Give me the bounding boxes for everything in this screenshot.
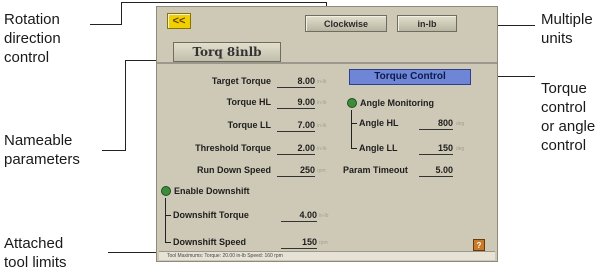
param-label-run-down-speed: Run Down Speed [197, 165, 271, 175]
tab-parameter-set[interactable]: Torq 8inlb [173, 42, 281, 62]
torque-control-button[interactable]: Torque Control [349, 69, 471, 85]
enable-downshift-toggle[interactable] [161, 186, 171, 196]
tool-limits-status-bar: Tool Maximums: Torque: 20.00 in-lb Speed… [159, 251, 495, 260]
leader-rotation-h2 [121, 2, 326, 3]
angle-hl-value[interactable]: 800 [419, 117, 453, 130]
downshift-speed-value[interactable]: 150 [281, 236, 317, 249]
param-label-target-torque: Target Torque [211, 76, 271, 86]
leader-limits-h [108, 252, 158, 253]
leader-rotation-h1 [90, 24, 121, 25]
param-label-torque-hl: Torque HL [226, 97, 271, 107]
callout-multiple-units: Multiple units [541, 11, 593, 47]
downshift-torque-unit: in-lb [319, 213, 329, 219]
param-value-run-down-speed[interactable]: 250 [277, 164, 315, 177]
angle-tree-branch-1 [351, 123, 357, 124]
param-value-threshold-torque[interactable]: 2.00 [277, 142, 315, 155]
angle-monitoring-toggle[interactable] [347, 98, 357, 108]
controller-screen: << Clockwise in-lb Torq 8inlb Target Tor… [156, 6, 498, 262]
help-button[interactable]: ? [473, 239, 485, 251]
angle-tree-line [351, 110, 352, 149]
direction-button[interactable]: Clockwise [305, 15, 387, 32]
angle-hl-unit: deg [456, 121, 465, 127]
param-label-threshold-torque: Threshold Torque [195, 143, 271, 153]
param-unit-torque-hl: in-lb [317, 100, 327, 106]
downshift-tree-line [165, 198, 166, 243]
back-button[interactable]: << [167, 13, 191, 29]
downshift-torque-value[interactable]: 4.00 [281, 209, 317, 222]
leader-rotation-v [121, 2, 122, 25]
callout-nameable-parameters: Nameable parameters [4, 132, 80, 168]
enable-downshift-label: Enable Downshift [174, 186, 250, 196]
angle-monitoring-label: Angle Monitoring [360, 98, 434, 108]
angle-hl-label: Angle HL [359, 118, 399, 128]
angle-ll-label: Angle LL [359, 143, 398, 153]
units-button[interactable]: in-lb [397, 15, 457, 32]
param-timeout-value[interactable]: 5.00 [419, 164, 453, 177]
downshift-tree-branch-1 [165, 215, 171, 216]
angle-ll-value[interactable]: 150 [419, 142, 453, 155]
param-unit-threshold-torque: in-lb [317, 146, 327, 152]
angle-tree-branch-2 [351, 148, 357, 149]
param-value-target-torque[interactable]: 8.00 [277, 75, 315, 88]
downshift-speed-unit: rpm [319, 240, 328, 246]
leader-nameable-h1 [102, 150, 125, 151]
downshift-tree-branch-2 [165, 242, 171, 243]
param-label-torque-ll: Torque LL [227, 120, 271, 130]
downshift-torque-label: Downshift Torque [173, 210, 249, 220]
callout-rotation-direction: Rotation direction control [4, 11, 61, 66]
callout-tool-limits: Attached tool limits [4, 235, 67, 271]
tab-divider [157, 62, 497, 64]
param-timeout-label: Param Timeout [343, 165, 408, 175]
param-value-torque-ll[interactable]: 7.00 [277, 119, 315, 132]
param-unit-run-down-speed: rpm [317, 168, 326, 174]
param-unit-target-torque: in-lb [317, 79, 327, 85]
angle-ll-unit: deg [456, 146, 465, 152]
downshift-speed-label: Downshift Speed [173, 237, 247, 247]
leader-nameable-v [125, 60, 126, 151]
param-unit-torque-ll: in-lb [317, 123, 327, 129]
param-value-torque-hl[interactable]: 9.00 [277, 96, 315, 109]
callout-torque-or-angle: Torque control or angle control [541, 80, 596, 154]
